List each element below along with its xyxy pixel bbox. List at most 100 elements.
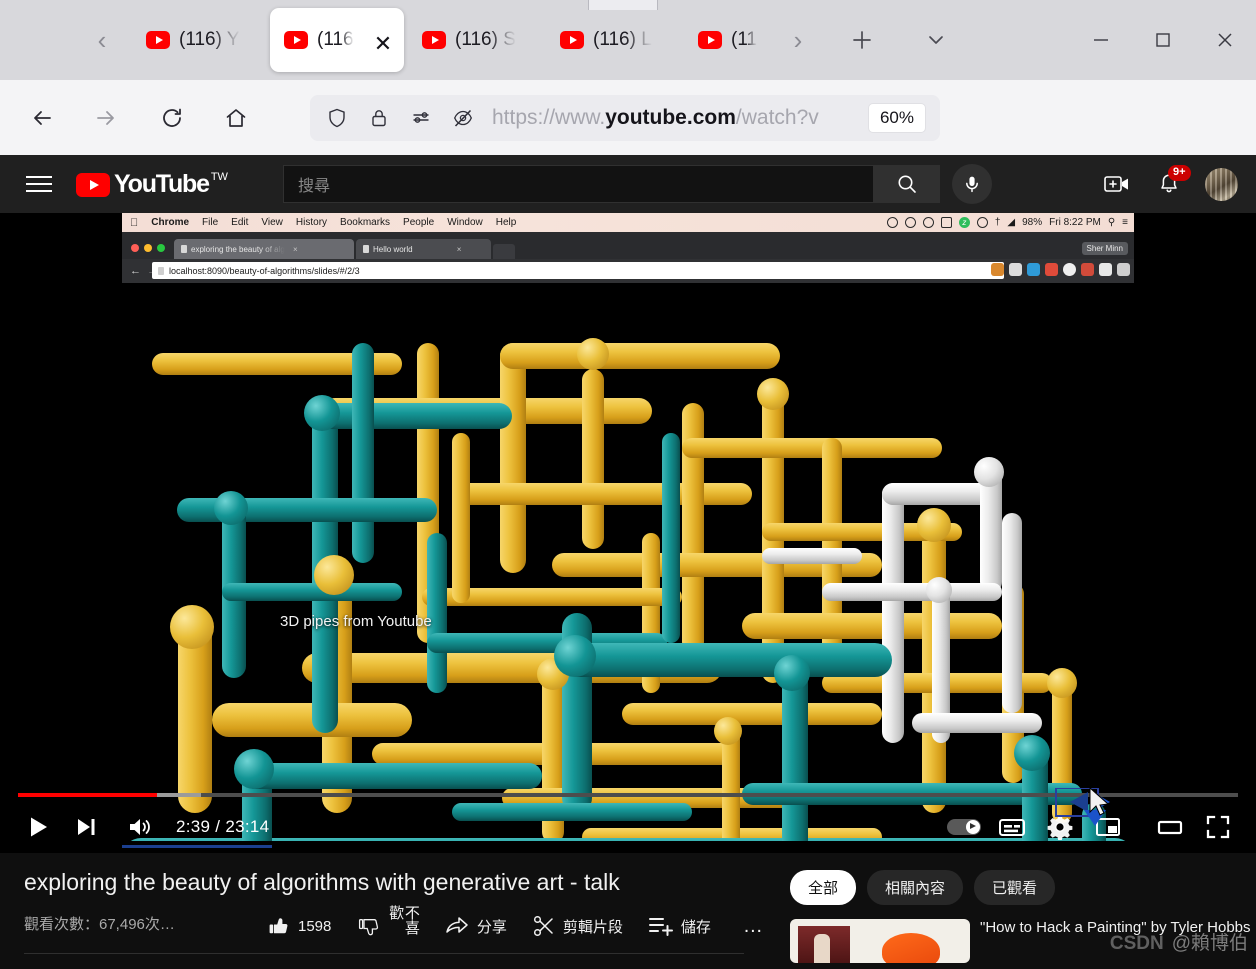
address-bar[interactable]: https://www.youtube.com/watch?v 60% bbox=[310, 95, 940, 141]
search-input[interactable]: 搜尋 bbox=[283, 165, 874, 203]
video-title: exploring the beauty of algorithms with … bbox=[24, 869, 620, 895]
chip-watched[interactable]: 已觀看 bbox=[974, 870, 1056, 905]
share-button[interactable]: 分享 bbox=[445, 915, 507, 937]
nested-tab-1: Hello world × bbox=[356, 239, 491, 259]
view-count: 觀看次數：67,496次… bbox=[24, 916, 175, 933]
new-tab-button[interactable] bbox=[846, 24, 878, 56]
zoom-level-badge[interactable]: 60% bbox=[867, 103, 926, 133]
extension-icon-3 bbox=[1045, 263, 1058, 276]
notification-count-badge: 9+ bbox=[1168, 165, 1191, 181]
masthead-buttons: 9+ bbox=[1096, 163, 1242, 205]
slide-caption: 3D pipes from Youtube bbox=[280, 613, 432, 630]
chip-related[interactable]: 相關內容 bbox=[867, 870, 964, 905]
firefox-navigation-toolbar: https://www.youtube.com/watch?v 60% a bbox=[0, 80, 1256, 220]
clip-button[interactable]: 剪輯片段 bbox=[533, 915, 623, 937]
search-submit-button[interactable] bbox=[874, 165, 940, 203]
menu-window: Window bbox=[438, 217, 483, 228]
video-player[interactable]:  Chrome File Edit View History Bookmark… bbox=[0, 213, 1256, 853]
dislike-button[interactable]: 不喜歡 bbox=[357, 905, 420, 947]
chip-all[interactable]: 全部 bbox=[790, 870, 857, 905]
scroll-tabs-left-button[interactable]: ‹ bbox=[86, 24, 118, 56]
thumbnail-speaker bbox=[798, 926, 850, 963]
menu-bookmarks: Bookmarks bbox=[331, 217, 390, 228]
scroll-tabs-right-button[interactable]: › bbox=[782, 24, 814, 56]
status-icon-3 bbox=[922, 217, 934, 228]
menu-history: History bbox=[287, 217, 327, 228]
player-right-controls bbox=[940, 803, 1256, 851]
like-button[interactable]: 1598 bbox=[268, 915, 331, 937]
watermark-site: CSDN bbox=[1109, 933, 1164, 954]
played-range bbox=[18, 793, 158, 797]
status-icon-4 bbox=[940, 217, 952, 228]
video-progress-bar[interactable] bbox=[18, 793, 1238, 797]
close-window-button[interactable] bbox=[1194, 0, 1256, 80]
back-button[interactable] bbox=[18, 94, 66, 142]
youtube-icon bbox=[698, 31, 722, 49]
close-icon[interactable]: ✕ bbox=[370, 31, 396, 57]
autoplay-toggle[interactable] bbox=[940, 803, 988, 851]
search-placeholder: 搜尋 bbox=[298, 178, 331, 195]
video-actions: 1598 不喜歡 分享 剪輯片段 儲存 … bbox=[268, 905, 766, 947]
traffic-lights bbox=[131, 244, 165, 252]
list-all-tabs-button[interactable] bbox=[920, 24, 952, 56]
menu-file: File bbox=[193, 217, 218, 228]
settings-gear-button[interactable] bbox=[1036, 803, 1084, 851]
next-video-button[interactable] bbox=[62, 803, 110, 851]
guide-toggle-button[interactable] bbox=[26, 176, 52, 192]
permissions-icon[interactable] bbox=[406, 103, 436, 133]
youtube-play-icon bbox=[76, 172, 110, 197]
nested-profile-button: Sher Minn bbox=[1081, 242, 1128, 255]
theater-mode-button[interactable] bbox=[1146, 803, 1194, 851]
dislike-label: 不喜歡 bbox=[387, 905, 420, 935]
bluetooth-icon: † bbox=[994, 217, 1001, 228]
youtube-logo[interactable]: YouTube TW bbox=[76, 170, 228, 199]
macos-status-items: z † ◢ 98% Fri 8:22 PM ⚲ ≡ bbox=[886, 213, 1128, 232]
time-display: 2:39 / 23:14 bbox=[176, 817, 270, 836]
play-button[interactable] bbox=[14, 803, 62, 851]
fullscreen-button[interactable] bbox=[1194, 803, 1242, 851]
tab-title: (116 bbox=[317, 29, 354, 50]
pipes-illustration bbox=[122, 283, 1134, 841]
menubar-clock: Fri 8:22 PM bbox=[1049, 217, 1101, 228]
forward-button[interactable] bbox=[82, 94, 130, 142]
spotlight-icon: ⚲ bbox=[1107, 217, 1116, 228]
related-videos-sidebar: 全部 相關內容 已觀看 "How to Hack a Painting" by … bbox=[790, 870, 1256, 963]
extension-icon-2 bbox=[1027, 263, 1040, 276]
tracking-protection-off-icon[interactable] bbox=[448, 103, 478, 133]
firefox-tab-strip: ‹ (116) Y (116 ✕ (116) S (116) L (11 › bbox=[0, 0, 1256, 80]
account-avatar-button[interactable] bbox=[1200, 163, 1242, 205]
status-icon-2 bbox=[904, 217, 916, 228]
tab-1-active[interactable]: (116 ✕ bbox=[270, 8, 404, 72]
tab-title: (116) S bbox=[455, 29, 516, 50]
voice-search-button[interactable] bbox=[952, 164, 992, 204]
notifications-button[interactable]: 9+ bbox=[1148, 163, 1191, 205]
minimize-button[interactable] bbox=[1070, 0, 1132, 80]
apple-logo-icon:  bbox=[130, 217, 138, 229]
volume-button[interactable] bbox=[116, 803, 164, 851]
volume-status-icon bbox=[976, 217, 988, 228]
page-icon bbox=[363, 245, 369, 253]
nested-chrome-toolbar: ← → C ⌂ localhost:8090/beauty-of-algorit… bbox=[122, 259, 1134, 283]
save-button[interactable]: 儲存 bbox=[648, 916, 711, 937]
menu-edit: Edit bbox=[222, 217, 248, 228]
youtube-icon bbox=[422, 31, 446, 49]
create-video-button[interactable] bbox=[1096, 163, 1138, 205]
caption-text: 3D pipes from Youtube bbox=[280, 613, 432, 630]
reload-button[interactable] bbox=[148, 94, 196, 142]
section-divider bbox=[24, 953, 744, 954]
miniplayer-button[interactable] bbox=[1084, 803, 1132, 851]
window-control-buttons bbox=[1070, 0, 1256, 80]
nested-back-icon: ← bbox=[130, 265, 141, 277]
nested-tab-title: exploring the beauty of alg bbox=[191, 244, 285, 254]
nested-omnibox: localhost:8090/beauty-of-algorithms/slid… bbox=[152, 262, 1004, 279]
maximize-button[interactable] bbox=[1132, 0, 1194, 80]
shield-icon[interactable] bbox=[322, 103, 352, 133]
lock-icon[interactable] bbox=[364, 103, 394, 133]
tab-title: (116) L bbox=[593, 29, 652, 50]
more-actions-button[interactable]: … bbox=[743, 916, 766, 936]
home-button[interactable] bbox=[212, 94, 260, 142]
wifi-icon: ◢ bbox=[1007, 217, 1016, 228]
youtube-wordmark: YouTube bbox=[114, 169, 210, 198]
subtitles-button[interactable] bbox=[988, 803, 1036, 851]
browser-window: ‹ (116) Y (116 ✕ (116) S (116) L (11 › h… bbox=[0, 0, 1256, 969]
